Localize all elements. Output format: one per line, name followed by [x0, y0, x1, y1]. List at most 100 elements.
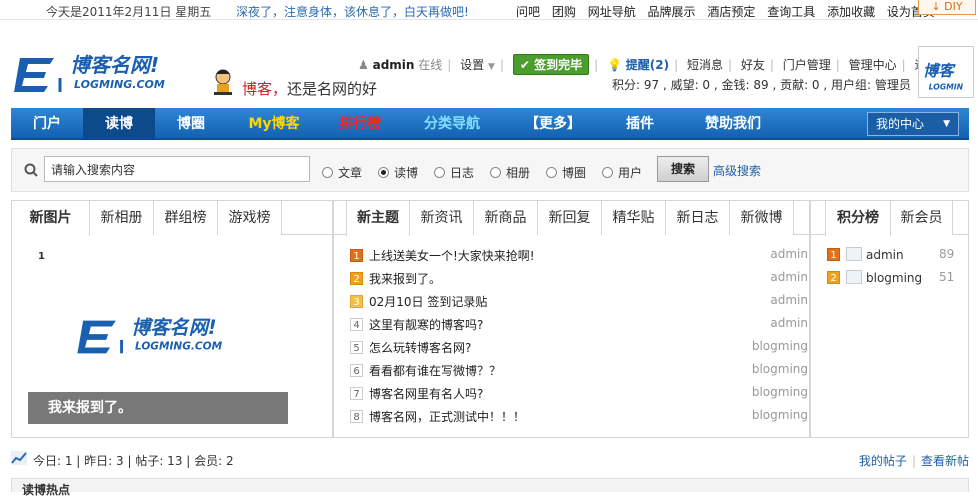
topic-author[interactable]: admin	[770, 270, 808, 284]
nav-category[interactable]: 分类导航	[399, 108, 505, 140]
svg-text:LOGMING.COM: LOGMING.COM	[135, 340, 223, 352]
forum-stats: 今日: 1 | 昨日: 3 | 帖子: 13 | 会员: 2 我的帖子 | 查看新帖	[11, 448, 969, 470]
avatar[interactable]	[846, 270, 862, 284]
settings-link[interactable]: 设置	[460, 58, 484, 72]
topic-row[interactable]: 7 博客名网里有名人吗? blogming	[350, 385, 808, 405]
top-link-daohang[interactable]: 网址导航	[588, 5, 636, 19]
user-bar: ♟ admin 在线 | 设置 ▼ | ✔ 签到完毕 | 💡 提醒(2) | 短消息 | …	[358, 54, 939, 75]
slide-image[interactable]: 博客名网! LOGMING.COM	[74, 313, 244, 361]
topic-row[interactable]: 4 这里有靓寒的博客吗? admin	[350, 316, 808, 336]
svg-text:LOGMING.COM: LOGMING.COM	[74, 78, 165, 91]
nav-myblog[interactable]: My博客	[227, 108, 321, 140]
tab-new-news[interactable]: 新资讯	[410, 201, 474, 235]
topic-row[interactable]: 3 02月10日 签到记录贴 admin	[350, 293, 808, 313]
nav-sponsor[interactable]: 赞助我们	[679, 108, 787, 140]
topic-title[interactable]: 上线送美女一个!大家快来抢啊!	[369, 249, 535, 263]
radio-label: 文章	[338, 166, 363, 180]
checkin-button[interactable]: ✔ 签到完毕	[512, 54, 590, 75]
topic-row[interactable]: 6 看看都有谁在写微博？？ blogming	[350, 362, 808, 382]
nav-dubo[interactable]: 读博	[83, 108, 155, 140]
nav-label: My博客	[248, 116, 300, 132]
topic-author[interactable]: blogming	[752, 408, 808, 422]
topic-row[interactable]: 5 怎么玩转博客名网? blogming	[350, 339, 808, 359]
topic-title[interactable]: 看看都有谁在写微博？？	[369, 364, 501, 378]
link-friends[interactable]: 好友	[741, 58, 765, 72]
slide-caption[interactable]: 我来报到了。	[28, 392, 288, 424]
top-link-wenba[interactable]: 问吧	[516, 5, 540, 19]
my-center-button[interactable]: 我的中心 ▼	[867, 112, 959, 136]
tab-featured[interactable]: 精华贴	[602, 201, 666, 235]
tab-new-albums[interactable]: 新相册	[90, 201, 154, 235]
topic-title[interactable]: 博客名网里有名人吗?	[369, 387, 483, 401]
left-tabs: 新图片 新相册 群组榜 游戏榜	[12, 201, 332, 236]
top-link-pinpai[interactable]: 品牌展示	[648, 5, 696, 19]
nav-plugins[interactable]: 插件	[601, 108, 679, 140]
mid-tabs: 新主题 新资讯 新商品 新回复 精华贴 新日志 新微博	[334, 201, 809, 236]
diy-button[interactable]: ↓ DIY	[918, 0, 976, 15]
link-portal-admin[interactable]: 门户管理	[783, 58, 831, 72]
topic-author[interactable]: blogming	[752, 362, 808, 376]
username-link[interactable]: admin	[373, 58, 415, 72]
tab-new-replies[interactable]: 新回复	[538, 201, 602, 235]
search-button[interactable]: 搜索	[657, 156, 709, 182]
avatar[interactable]	[846, 247, 862, 261]
slogan-red: 博客，	[242, 80, 288, 98]
radio-article[interactable]: 文章	[322, 164, 362, 181]
rank-username[interactable]: blogming	[866, 271, 922, 285]
tab-points-rank[interactable]: 积分榜	[825, 201, 891, 236]
topic-row[interactable]: 1 上线送美女一个!大家快来抢啊! admin	[350, 247, 808, 267]
nav-label: 插件	[626, 116, 654, 132]
top-links: 问吧 团购 网址导航 品牌展示 酒店预定 查询工具 添加收藏 设为首页	[516, 3, 943, 20]
topic-author[interactable]: admin	[770, 247, 808, 261]
nav-portal[interactable]: 门户	[11, 108, 83, 140]
top-link-chaxun[interactable]: 查询工具	[767, 5, 815, 19]
rank-username[interactable]: admin	[866, 248, 904, 262]
chevron-down-icon: ▼	[488, 62, 495, 72]
top-link-shoucang[interactable]: 添加收藏	[827, 5, 875, 19]
mid-panel: 新主题 新资讯 新商品 新回复 精华贴 新日志 新微博 1 上线送美女一个!大家快…	[333, 200, 810, 438]
topic-row[interactable]: 2 我来报到了。 admin	[350, 270, 808, 290]
nav-more[interactable]: 【更多】	[505, 108, 601, 140]
radio-user[interactable]: 用户	[602, 164, 642, 181]
tab-group-rank[interactable]: 群组榜	[154, 201, 218, 235]
rank-row[interactable]: 1 admin 89	[827, 247, 954, 262]
tab-new-weibo[interactable]: 新微博	[730, 201, 794, 235]
topic-title[interactable]: 博客名网，正式测试中！！！	[369, 410, 525, 424]
rank-row[interactable]: 2 blogming 51	[827, 270, 954, 285]
tab-new-members[interactable]: 新会员	[891, 201, 953, 235]
nav-boquan[interactable]: 博圈	[155, 108, 227, 140]
topic-author[interactable]: admin	[770, 316, 808, 330]
my-posts-link[interactable]: 我的帖子	[859, 454, 907, 468]
topic-title[interactable]: 我来报到了。	[369, 272, 441, 286]
rank-badge: 1	[827, 248, 840, 261]
nav-ranking[interactable]: 排行榜	[321, 108, 399, 140]
topic-author[interactable]: admin	[770, 293, 808, 307]
radio-boquan[interactable]: 博圈	[546, 164, 586, 181]
site-logo[interactable]: 博客名网! LOGMING.COM	[14, 50, 184, 100]
advanced-search-link[interactable]: 高级搜索	[713, 162, 761, 179]
nav-label: 读博	[105, 116, 133, 132]
top-link-tuangou[interactable]: 团购	[552, 5, 576, 19]
topic-row[interactable]: 8 博客名网，正式测试中！！！ blogming	[350, 408, 808, 428]
radio-album[interactable]: 相册	[490, 164, 530, 181]
radio-dubo[interactable]: 读博	[378, 164, 418, 181]
top-link-jiudian[interactable]: 酒店预定	[707, 5, 755, 19]
tab-new-diary[interactable]: 新日志	[666, 201, 730, 235]
tab-new-goods[interactable]: 新商品	[474, 201, 538, 235]
topic-title[interactable]: 怎么玩转博客名网?	[369, 341, 471, 355]
tab-new-topics[interactable]: 新主题	[346, 201, 410, 236]
link-admin-center[interactable]: 管理中心	[849, 58, 897, 72]
topic-title[interactable]: 这里有靓寒的博客吗?	[369, 318, 483, 332]
radio-label: 博圈	[562, 166, 587, 180]
tab-game-rank[interactable]: 游戏榜	[218, 201, 282, 235]
new-posts-link[interactable]: 查看新帖	[921, 454, 969, 468]
topic-author[interactable]: blogming	[752, 339, 808, 353]
topic-title[interactable]: 02月10日 签到记录贴	[369, 295, 487, 309]
topic-author[interactable]: blogming	[752, 385, 808, 399]
link-pm[interactable]: 短消息	[687, 58, 723, 72]
slide-index[interactable]: 1	[38, 251, 45, 262]
remind-link[interactable]: 提醒(2)	[626, 58, 669, 72]
search-input[interactable]	[44, 156, 310, 182]
radio-diary[interactable]: 日志	[434, 164, 474, 181]
tab-new-pictures[interactable]: 新图片	[12, 201, 90, 236]
